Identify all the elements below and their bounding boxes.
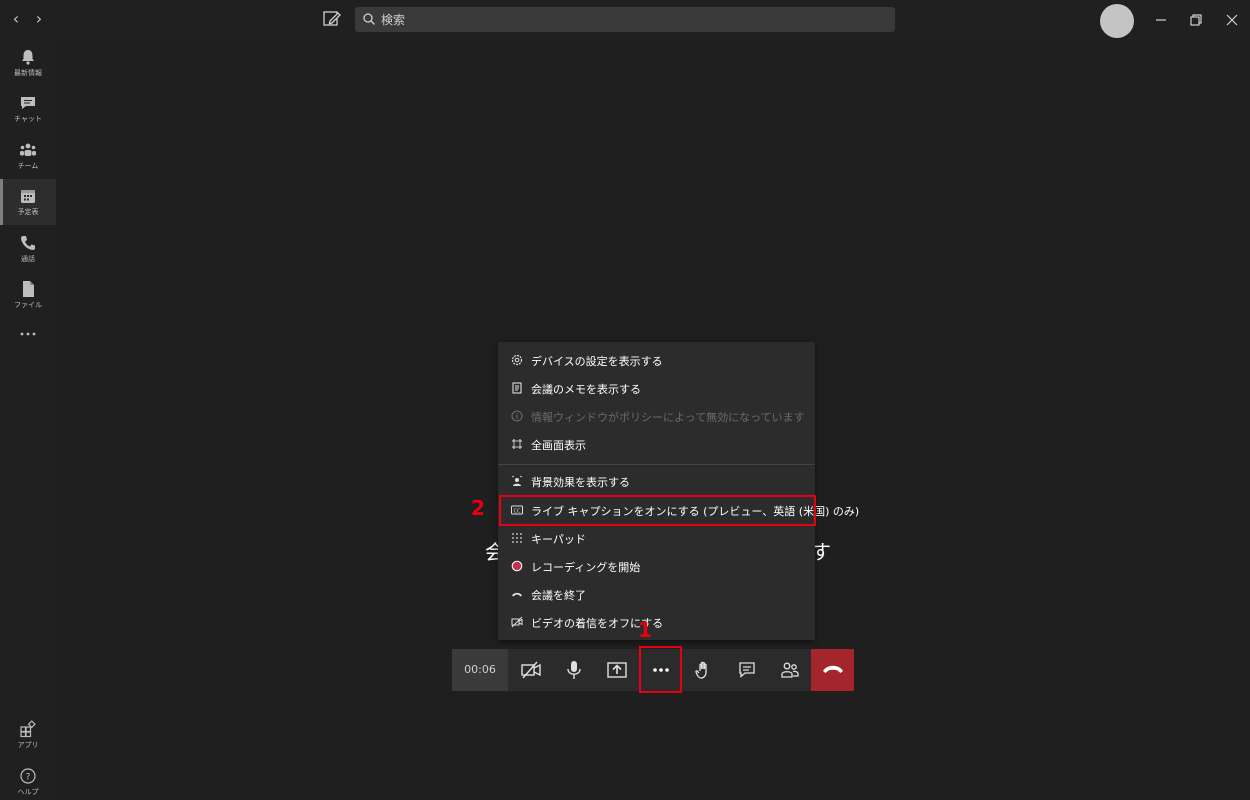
- microphone-button[interactable]: [552, 649, 595, 691]
- svg-text:?: ?: [26, 773, 31, 783]
- rail-label: 最新情報: [14, 69, 42, 77]
- hang-up-icon: [823, 665, 843, 673]
- record-icon: [511, 560, 523, 572]
- menu-item-label: 会議を終了: [531, 589, 586, 602]
- menu-item-label: 情報ウィンドウがポリシーによって無効になっています: [531, 411, 805, 424]
- share-screen-icon: [607, 662, 627, 678]
- menu-item-label: デバイスの設定を表示する: [531, 355, 663, 368]
- microphone-icon: [567, 661, 581, 679]
- rail-item-calendar[interactable]: 予定表: [0, 179, 56, 225]
- rail-item-files[interactable]: ファイル: [0, 272, 56, 318]
- chat-icon: [739, 662, 755, 678]
- raise-hand-button[interactable]: [682, 649, 725, 691]
- chat-icon: [21, 97, 35, 109]
- rail-label: チャット: [14, 115, 42, 123]
- annotation-highlight-live-captions: [499, 495, 816, 526]
- hang-up-button[interactable]: [811, 649, 854, 691]
- background-effects-icon: [511, 475, 523, 486]
- rail-label: ファイル: [14, 301, 42, 309]
- annotation-highlight-more-actions: [639, 646, 682, 693]
- camera-off-icon: [521, 661, 541, 679]
- menu-item-start-recording[interactable]: レコーディングを開始: [498, 552, 815, 580]
- camera-off-button[interactable]: [509, 649, 552, 691]
- rail-item-apps[interactable]: アプリ: [0, 712, 56, 758]
- rail-label: チーム: [17, 162, 39, 170]
- title-bar: ‹ › 検索: [0, 0, 1250, 40]
- end-call-icon: [512, 592, 522, 597]
- more-actions-menu: デバイスの設定を表示する 会議のメモを表示する 情報ウィンドウがポリシーによって…: [498, 342, 859, 640]
- calendar-icon: [21, 190, 35, 203]
- keypad-icon: [512, 533, 522, 543]
- app-rail: 最新情報 チャット チーム 予定表 通話 ファイル アプリ ? ヘルプ: [0, 40, 56, 800]
- video-off-icon: [511, 616, 523, 628]
- rail-item-activity[interactable]: 最新情報: [0, 40, 56, 86]
- share-screen-button[interactable]: [595, 649, 638, 691]
- back-arrow-icon[interactable]: ‹: [5, 8, 27, 30]
- participants-icon: [781, 662, 799, 678]
- file-icon: [23, 281, 34, 297]
- menu-divider: [498, 464, 815, 465]
- restore-icon[interactable]: [1186, 10, 1206, 30]
- forward-arrow-icon[interactable]: ›: [28, 8, 50, 30]
- annotation-step-1: 1: [638, 618, 652, 642]
- info-icon: [511, 410, 523, 422]
- minimize-icon[interactable]: [1151, 10, 1171, 30]
- avatar[interactable]: [1100, 4, 1134, 38]
- menu-item-keypad[interactable]: キーパッド: [498, 524, 815, 552]
- annotation-step-2: 2: [471, 496, 485, 520]
- rail-more-button[interactable]: [0, 322, 56, 346]
- menu-item-device-settings[interactable]: デバイスの設定を表示する: [498, 346, 815, 374]
- menu-item-meeting-notes[interactable]: 会議のメモを表示する: [498, 374, 815, 402]
- rail-item-chat[interactable]: チャット: [0, 86, 56, 132]
- menu-item-info-pane-disabled: 情報ウィンドウがポリシーによって無効になっています: [498, 402, 815, 430]
- phone-icon: [21, 236, 35, 250]
- teams-icon: [20, 143, 36, 156]
- close-icon[interactable]: [1222, 10, 1242, 30]
- search-placeholder: 検索: [381, 13, 406, 27]
- rail-item-calls[interactable]: 通話: [0, 226, 56, 272]
- menu-item-label: 背景効果を表示する: [531, 476, 630, 489]
- rail-label: ヘルプ: [17, 788, 39, 796]
- compose-icon[interactable]: [321, 8, 343, 30]
- menu-item-turn-off-incoming-video[interactable]: ビデオの着信をオフにする: [498, 608, 815, 636]
- menu-item-fullscreen[interactable]: 全画面表示: [498, 430, 815, 458]
- menu-item-label: キーパッド: [531, 533, 586, 546]
- search-icon: [363, 13, 375, 25]
- help-icon: ?: [20, 768, 36, 784]
- raise-hand-icon: [695, 661, 707, 679]
- fullscreen-icon: [512, 439, 522, 449]
- call-timer: 00:06: [452, 649, 508, 691]
- menu-item-label: 全画面表示: [531, 439, 586, 452]
- menu-item-label: レコーディングを開始: [531, 561, 641, 574]
- apps-icon: [20, 720, 36, 738]
- gear-icon: [511, 354, 523, 366]
- more-dots-icon: [20, 332, 36, 336]
- participants-button[interactable]: [768, 649, 811, 691]
- bell-icon: [22, 50, 34, 65]
- rail-label: 予定表: [17, 208, 39, 216]
- rail-item-teams[interactable]: チーム: [0, 133, 56, 179]
- chat-button[interactable]: [725, 649, 768, 691]
- menu-item-label: 会議のメモを表示する: [531, 383, 641, 396]
- search-bar[interactable]: 検索: [355, 7, 895, 32]
- notes-icon: [512, 382, 522, 394]
- rail-label: 通話: [21, 255, 35, 263]
- rail-item-help[interactable]: ? ヘルプ: [0, 759, 56, 800]
- menu-item-background-effects[interactable]: 背景効果を表示する: [498, 467, 815, 495]
- menu-item-end-meeting[interactable]: 会議を終了: [498, 580, 815, 608]
- rail-label: アプリ: [17, 741, 39, 749]
